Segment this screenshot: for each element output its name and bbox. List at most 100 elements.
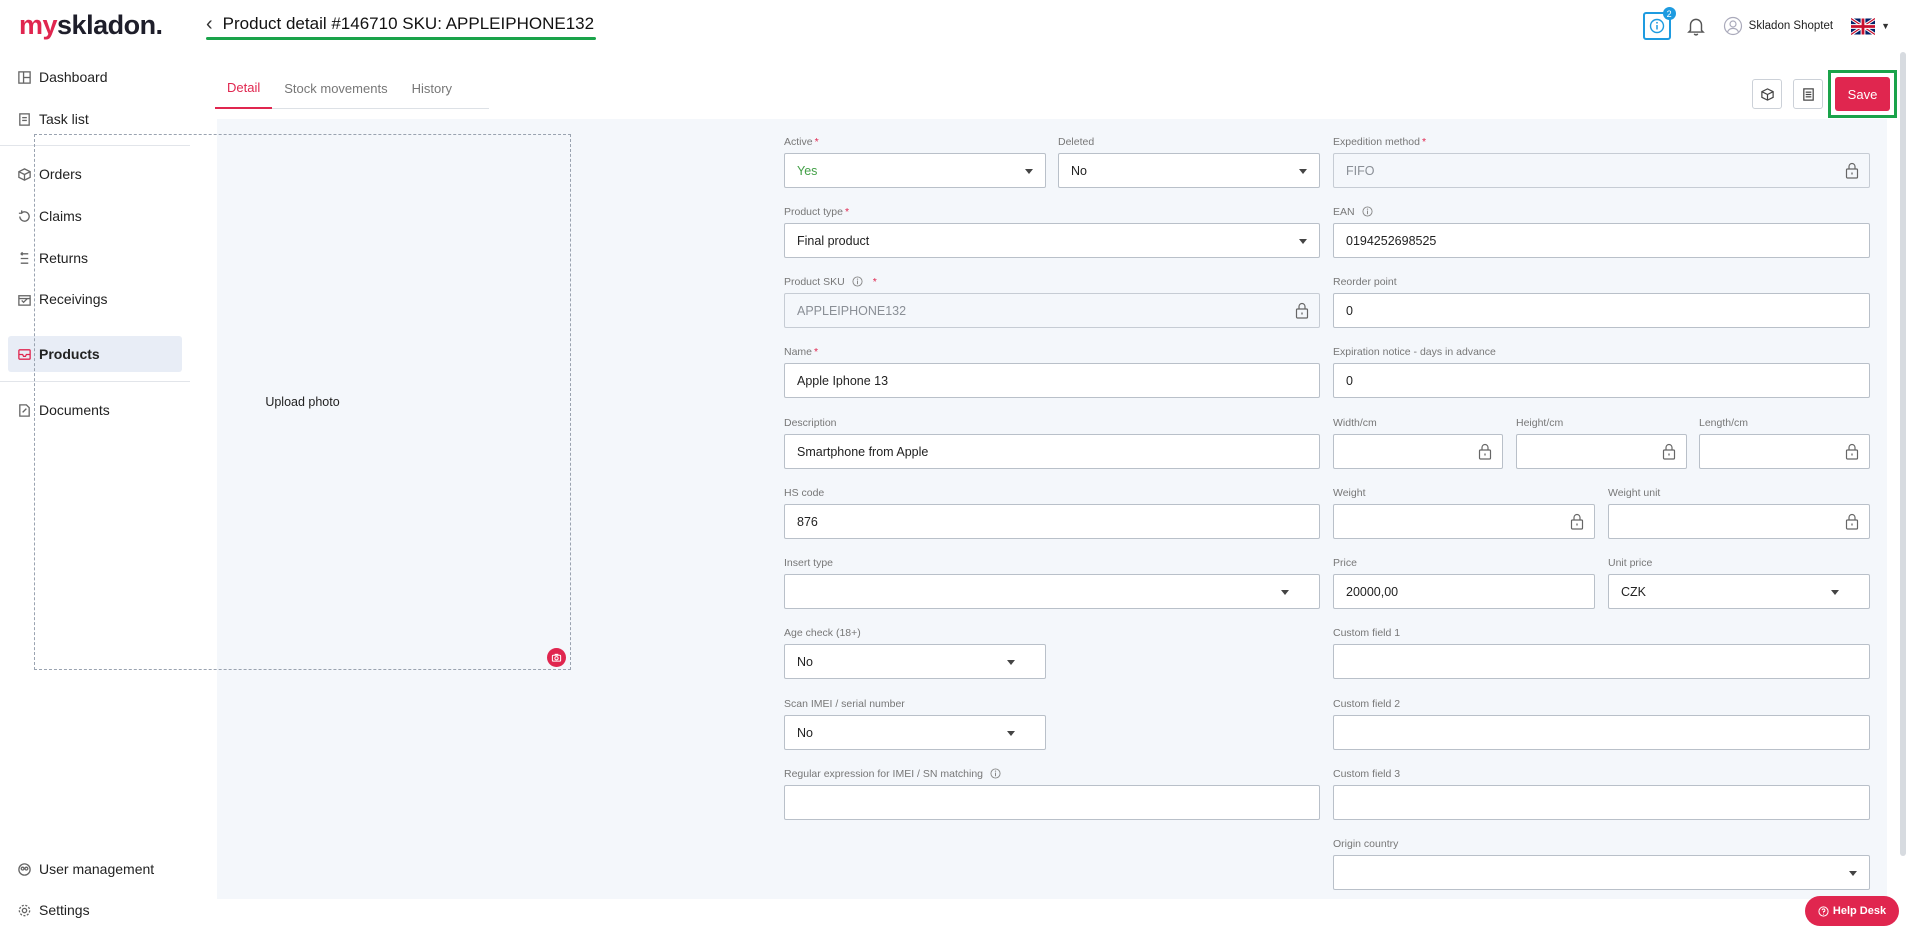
expedition-method-select[interactable]: FIFO <box>1333 153 1870 188</box>
hs-code-input[interactable]: 876 <box>784 504 1320 539</box>
info-icon <box>1649 18 1664 34</box>
active-select[interactable]: Yes <box>784 153 1046 188</box>
regex-imei-input[interactable] <box>784 785 1320 820</box>
origin-country-field: Origin country <box>1333 836 1870 890</box>
chevron-down-icon[interactable]: ▼ <box>1881 21 1890 31</box>
product-type-select[interactable]: Final product <box>784 223 1320 258</box>
active-field: Active * Yes <box>784 134 1046 188</box>
description-input[interactable]: Smartphone from Apple <box>784 434 1320 469</box>
custom-field-1-input[interactable] <box>1333 644 1870 679</box>
sidebar-item-dashboard[interactable]: Dashboard <box>8 59 182 95</box>
length-field: Length/cm <box>1699 415 1870 469</box>
save-button[interactable]: Save <box>1835 77 1890 111</box>
regex-imei-field: Regular expression for IMEI / SN matchin… <box>784 766 1320 820</box>
deleted-select[interactable]: No <box>1058 153 1320 188</box>
height-input[interactable] <box>1516 434 1687 469</box>
tab-detail[interactable]: Detail <box>215 67 273 109</box>
expiration-notice-input[interactable]: 0 <box>1333 363 1870 398</box>
users-icon <box>18 862 31 876</box>
height-field: Height/cm <box>1516 415 1687 469</box>
product-type-field: Product type * Final product <box>784 204 1320 258</box>
tab-stock-movements[interactable]: Stock movements <box>272 67 399 109</box>
weight-unit-select[interactable] <box>1608 504 1870 539</box>
sidebar-item-label: Settings <box>39 902 90 918</box>
upload-photo-label: Upload photo <box>265 395 340 409</box>
insert-type-select[interactable] <box>784 574 1320 609</box>
tab-history[interactable]: History <box>400 67 464 109</box>
ean-input[interactable]: 0194252698525 <box>1333 223 1870 258</box>
notification-badge: 2 <box>1662 7 1676 20</box>
info-icon[interactable] <box>990 768 1001 779</box>
lock-icon <box>1845 162 1859 179</box>
product-sku-field: Product SKU * APPLEIPHONE132 <box>784 274 1320 328</box>
help-desk-button[interactable]: Help Desk <box>1805 896 1899 926</box>
length-input[interactable] <box>1699 434 1870 469</box>
price-field: Price 20000,00 <box>1333 555 1595 609</box>
weight-unit-field: Weight unit <box>1608 485 1870 539</box>
sidebar-item-task-list[interactable]: Task list <box>8 101 182 137</box>
clipboard-icon <box>19 112 30 126</box>
upload-photo-area[interactable]: Upload photo <box>34 134 571 670</box>
caret-down-icon <box>1281 590 1289 595</box>
documents-icon <box>19 403 30 417</box>
caret-down-icon <box>1007 731 1015 736</box>
sidebar-item-user-management[interactable]: User management <box>8 851 182 887</box>
bell-icon[interactable] <box>1685 15 1707 37</box>
info-button[interactable]: 2 <box>1642 7 1676 40</box>
expiration-notice-field: Expiration notice - days in advance 0 <box>1333 344 1870 398</box>
ean-field: EAN 0194252698525 <box>1333 204 1870 258</box>
description-field: Description Smartphone from Apple <box>784 415 1320 469</box>
weight-input[interactable] <box>1333 504 1595 539</box>
uk-flag-icon[interactable] <box>1851 17 1876 35</box>
caret-down-icon <box>1299 239 1307 244</box>
caret-down-icon <box>1299 169 1307 174</box>
expedition-method-field: Expedition method * FIFO <box>1333 134 1870 188</box>
info-icon[interactable] <box>1362 206 1373 217</box>
dashboard-icon <box>18 70 31 84</box>
caret-down-icon <box>1007 660 1015 665</box>
scan-imei-field: Scan IMEI / serial number No <box>784 696 1046 750</box>
scan-imei-select[interactable]: No <box>784 715 1046 750</box>
page-title: Product detail #146710 SKU: APPLEIPHONE1… <box>222 14 595 33</box>
list-button[interactable] <box>1793 79 1823 109</box>
custom-field-3-field: Custom field 3 <box>1333 766 1870 820</box>
price-input[interactable]: 20000,00 <box>1333 574 1595 609</box>
save-highlight: Save <box>1828 70 1897 118</box>
title-highlight <box>206 37 596 40</box>
lock-icon <box>1845 513 1859 530</box>
insert-type-field: Insert type <box>784 555 1320 609</box>
name-input[interactable]: Apple Iphone 13 <box>784 363 1320 398</box>
sidebar-item-label: User management <box>39 861 155 877</box>
page-header: ‹ Product detail #146710 SKU: APPLEIPHON… <box>206 14 594 34</box>
camera-button[interactable] <box>547 648 566 667</box>
avatar[interactable] <box>1723 16 1743 36</box>
custom-field-2-field: Custom field 2 <box>1333 696 1870 750</box>
deleted-field: Deleted No <box>1058 134 1320 188</box>
hs-code-field: HS code 876 <box>784 485 1320 539</box>
lock-icon <box>1845 443 1859 460</box>
custom-field-3-input[interactable] <box>1333 785 1870 820</box>
width-field: Width/cm <box>1333 415 1503 469</box>
product-sku-input[interactable]: APPLEIPHONE132 <box>784 293 1320 328</box>
reorder-point-input[interactable]: 0 <box>1333 293 1870 328</box>
claims-icon <box>18 209 30 222</box>
unit-price-select[interactable]: CZK <box>1608 574 1870 609</box>
width-input[interactable] <box>1333 434 1503 469</box>
name-field: Name * Apple Iphone 13 <box>784 344 1320 398</box>
caret-down-icon <box>1025 169 1033 174</box>
user-name[interactable]: Skladon Shoptet <box>1749 20 1833 32</box>
sidebar-item-settings[interactable]: Settings <box>8 892 182 928</box>
package-button[interactable] <box>1752 79 1782 109</box>
chevron-left-icon[interactable]: ‹ <box>206 14 213 34</box>
custom-field-2-input[interactable] <box>1333 715 1870 750</box>
custom-field-1-field: Custom field 1 <box>1333 625 1870 679</box>
caret-down-icon <box>1849 871 1857 876</box>
logo[interactable]: myskladon. <box>19 10 163 41</box>
origin-country-select[interactable] <box>1333 855 1870 890</box>
age-check-select[interactable]: No <box>784 644 1046 679</box>
returns-icon <box>20 251 29 264</box>
list-icon <box>1802 87 1814 101</box>
scrollbar[interactable] <box>1900 52 1906 856</box>
weight-field: Weight <box>1333 485 1595 539</box>
info-icon[interactable] <box>852 276 863 287</box>
